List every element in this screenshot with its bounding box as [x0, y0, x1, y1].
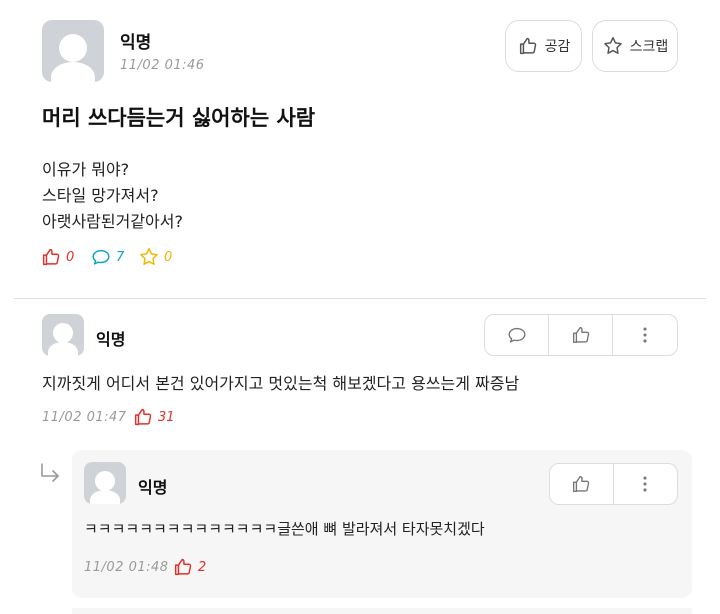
post-title: 머리 쓰다듬는거 싫어하는 사람 [42, 106, 316, 130]
comment-time: 11/02 01:47 [42, 410, 127, 425]
star-icon [603, 37, 622, 54]
speech-bubble-icon [508, 327, 525, 343]
post-body-line: 스타일 망가져서? [42, 186, 159, 205]
post-body-line: 이유가 뭐야? [42, 160, 130, 179]
post-comment-stat: 7 [90, 246, 124, 268]
post-time: 11/02 01:46 [120, 58, 205, 73]
comment-vote-stat: 31 [132, 406, 175, 428]
post-author-name: 익명 [120, 33, 152, 53]
comment-reply-button[interactable] [485, 315, 549, 355]
thumbs-up-icon [174, 558, 192, 576]
comment-vote-count: 31 [158, 409, 175, 425]
reply-arrow-icon [41, 463, 59, 482]
post-comment-count: 7 [116, 249, 125, 265]
comment-more-button[interactable] [613, 315, 677, 355]
comment-text: 지까짓게 어디서 본건 있어가지고 멋있는척 해보겠다고 용쓰는게 짜증남 [42, 374, 520, 393]
reply-vote-count: 2 [198, 559, 207, 575]
post-comment-divider [14, 298, 706, 299]
more-vertical-icon [643, 476, 647, 492]
comment-actions [484, 314, 678, 356]
post-body-line: 아랫사람된거같아서? [42, 212, 183, 231]
thumbs-up-icon [573, 475, 590, 493]
reply-actions [549, 463, 678, 505]
next-reply-edge [72, 608, 692, 614]
empathy-button[interactable]: 공감 [505, 20, 582, 72]
empathy-label: 공감 [544, 39, 571, 55]
post-author-avatar [42, 20, 104, 82]
scrap-button[interactable]: 스크랩 [592, 20, 678, 72]
thumbs-up-icon [519, 37, 536, 55]
post-scrap-count: 0 [164, 249, 173, 265]
thumbs-up-icon [572, 326, 589, 344]
more-vertical-icon [643, 327, 647, 343]
comment-author-name: 익명 [96, 330, 126, 349]
reply-text: ㅋㅋㅋㅋㅋㅋㅋㅋㅋㅋㅋㅋㅋㅋ글쓴애 뼈 발라져서 타자못치겠다 [84, 520, 485, 538]
thumbs-up-icon [134, 408, 152, 426]
speech-bubble-icon [92, 249, 110, 265]
scrap-label: 스크랩 [629, 39, 669, 55]
reply-vote-stat: 2 [172, 556, 206, 578]
thumbs-up-icon [42, 248, 60, 266]
post-vote-stat: 0 [40, 246, 74, 268]
reply-vote-button[interactable] [550, 464, 614, 504]
post-vote-count: 0 [66, 249, 75, 265]
reply-author-avatar [84, 462, 126, 504]
reply-author-name: 익명 [138, 478, 168, 497]
comment-vote-button[interactable] [549, 315, 613, 355]
star-icon [140, 248, 158, 265]
reply-time: 11/02 01:48 [84, 560, 169, 575]
comment-author-avatar [42, 314, 84, 356]
reply-more-button[interactable] [614, 464, 678, 504]
post-scrap-stat: 0 [138, 246, 172, 268]
